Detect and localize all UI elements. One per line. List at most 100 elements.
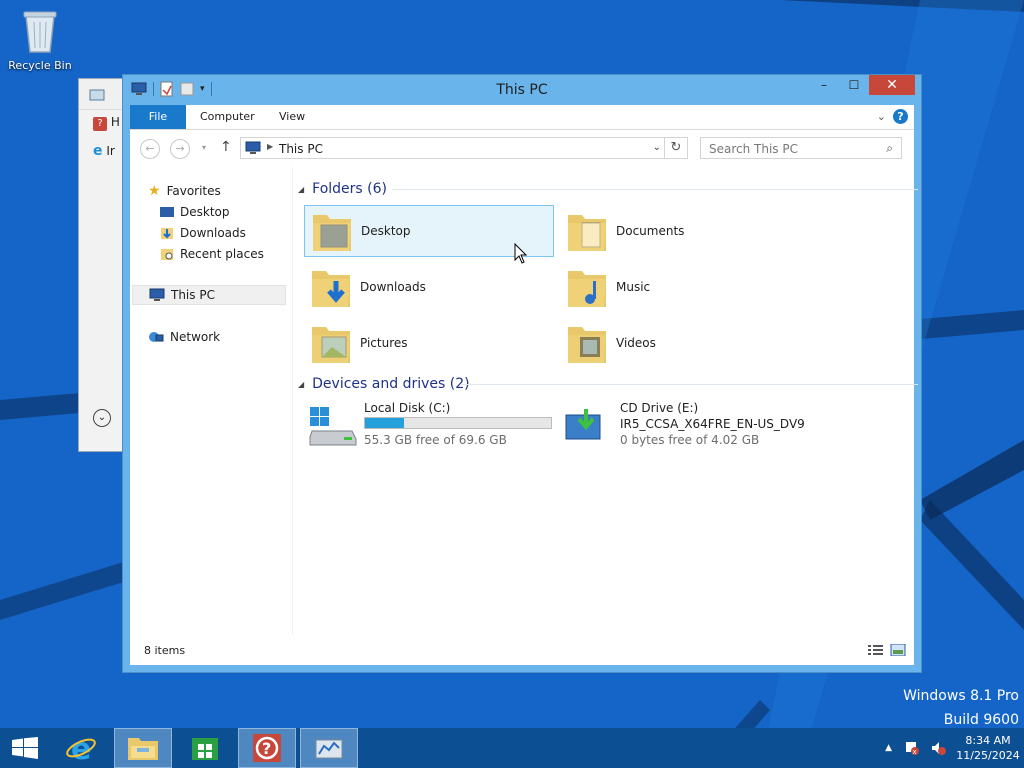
action-center-flag-icon[interactable]: x: [904, 740, 920, 756]
nav-item-desktop[interactable]: Desktop: [160, 202, 230, 222]
watermark-edition: Windows 8.1 Pro: [903, 688, 1019, 704]
content-pane: ◢ Folders (6) Desktop Documents Download…: [298, 167, 918, 635]
internet-explorer-icon: e: [93, 143, 103, 159]
help-button[interactable]: ?: [893, 109, 908, 124]
help-support-icon: ?: [253, 734, 281, 762]
folder-videos[interactable]: Videos: [560, 317, 810, 369]
collapse-triangle-icon[interactable]: ◢: [298, 380, 304, 389]
help-icon: ?: [93, 117, 107, 131]
nav-favorites[interactable]: ★ Favorites: [148, 181, 221, 201]
tab-file[interactable]: File: [130, 105, 186, 129]
close-button[interactable]: ✕: [869, 75, 915, 95]
clock-date: 11/25/2024: [956, 749, 1020, 762]
up-button[interactable]: ↑: [220, 139, 232, 155]
volume-muted-icon[interactable]: [930, 740, 946, 756]
network-icon: [149, 332, 164, 342]
folder-documents[interactable]: Documents: [560, 205, 810, 257]
address-bar[interactable]: ▶ This PC ⌄ ↻: [240, 137, 688, 159]
refresh-button[interactable]: ↻: [664, 138, 687, 158]
breadcrumb-this-pc[interactable]: This PC: [279, 142, 323, 156]
tab-computer[interactable]: Computer: [188, 105, 267, 129]
nav-item-network-label: Network: [170, 330, 221, 344]
collapse-triangle-icon[interactable]: ◢: [298, 185, 304, 194]
nav-item-recent-places[interactable]: Recent places: [160, 244, 264, 264]
window-controls: – ☐ ✕: [809, 75, 915, 95]
group-divider: [460, 384, 918, 385]
taskbar-control-panel[interactable]: [300, 728, 358, 768]
folder-desktop-label: Desktop: [361, 224, 411, 238]
pictures-folder-icon: [312, 327, 350, 363]
devices-group-header[interactable]: ◢ Devices and drives (2): [298, 374, 918, 394]
downloads-folder-icon: [312, 271, 350, 307]
control-panel-icon: [315, 739, 343, 759]
desktop-icon: [160, 207, 174, 217]
details-view-icon[interactable]: [868, 644, 884, 656]
taskbar-internet-explorer[interactable]: e: [52, 728, 110, 768]
expand-ribbon-chevron-icon[interactable]: ⌄: [877, 110, 886, 123]
drive-c-usage-fill: [365, 418, 405, 428]
nav-item-recent-places-label: Recent places: [180, 247, 264, 261]
status-bar: 8 items: [130, 635, 914, 665]
folder-downloads[interactable]: Downloads: [304, 261, 554, 313]
forward-button[interactable]: →: [170, 139, 190, 159]
nav-item-this-pc-label: This PC: [171, 288, 215, 302]
folders-group-header[interactable]: ◢ Folders (6): [298, 179, 918, 199]
address-toolbar: ← → ▾ ↑ ▶ This PC ⌄ ↻ Search This PC ⌕: [130, 130, 914, 166]
folder-music[interactable]: Music: [560, 261, 810, 313]
search-box[interactable]: Search This PC ⌕: [700, 137, 902, 159]
folder-music-label: Music: [616, 280, 651, 294]
drive-e-free-space: 0 bytes free of 4.02 GB: [620, 433, 760, 447]
folder-pictures[interactable]: Pictures: [304, 317, 554, 369]
window-titlebar[interactable]: ▾ This PC – ☐ ✕: [123, 75, 921, 105]
taskbar-store[interactable]: [176, 728, 234, 768]
nav-item-downloads[interactable]: Downloads: [160, 223, 246, 243]
taskbar: e ? ▲ x 8:34 AM 11/25/2024: [0, 728, 1024, 768]
tab-view[interactable]: View: [267, 105, 317, 129]
search-placeholder: Search This PC: [709, 142, 798, 156]
minimize-button[interactable]: –: [809, 75, 839, 95]
background-window-item-2-label: Ir: [106, 144, 115, 158]
ribbon-tabs: File Computer View ⌄ ?: [130, 105, 914, 130]
large-icons-view-icon[interactable]: [890, 644, 906, 656]
drive-c-usage-bar: [364, 417, 552, 429]
drive-c-free-space: 55.3 GB free of 69.6 GB: [364, 433, 507, 447]
file-explorer-window[interactable]: ▾ This PC – ☐ ✕ File Computer View ⌄ ? ←…: [122, 74, 922, 673]
address-dropdown-icon[interactable]: ⌄: [653, 142, 661, 153]
start-button[interactable]: [0, 728, 50, 768]
drive-e-name: CD Drive (E:): [620, 401, 699, 415]
folder-documents-label: Documents: [616, 224, 685, 238]
nav-item-network[interactable]: Network: [148, 327, 220, 347]
drive-local-disk-c[interactable]: Local Disk (C:) 55.3 GB free of 69.6 GB: [308, 401, 568, 453]
drive-cd-e[interactable]: CD Drive (E:) IR5_CCSA_X64FRE_EN-US_DV9 …: [564, 401, 824, 453]
breadcrumb-separator-icon[interactable]: ▶: [267, 142, 273, 151]
folder-pictures-label: Pictures: [360, 336, 408, 350]
search-icon[interactable]: ⌕: [886, 141, 893, 156]
computer-icon: [149, 288, 165, 301]
windows-logo-icon: [12, 737, 38, 759]
nav-item-desktop-label: Desktop: [180, 205, 230, 219]
window-icon: [89, 89, 105, 101]
drive-e-volume-label: IR5_CCSA_X64FRE_EN-US_DV9: [620, 417, 805, 431]
background-window-item-1[interactable]: ? H: [93, 115, 120, 131]
taskbar-file-explorer[interactable]: [114, 728, 172, 768]
chevron-circle-icon[interactable]: ⌄: [93, 409, 111, 427]
clock[interactable]: 8:34 AM 11/25/2024: [952, 733, 1024, 763]
back-button[interactable]: ←: [140, 139, 160, 159]
store-icon: [192, 738, 218, 760]
nav-item-this-pc[interactable]: This PC: [132, 285, 286, 305]
devices-group-title: Devices and drives (2): [312, 376, 470, 392]
videos-folder-icon: [568, 327, 606, 363]
documents-folder-icon: [568, 215, 606, 251]
recycle-bin-desktop-icon[interactable]: Recycle Bin: [6, 6, 74, 72]
show-hidden-icons-icon[interactable]: ▲: [885, 743, 892, 753]
background-window-item-2[interactable]: e Ir: [93, 143, 115, 159]
internet-explorer-icon: e: [66, 732, 96, 764]
maximize-button[interactable]: ☐: [839, 75, 869, 95]
recycle-bin-icon: [23, 11, 57, 53]
recent-locations-chevron-icon[interactable]: ▾: [202, 143, 206, 152]
recycle-bin-label: Recycle Bin: [8, 59, 72, 72]
folders-group-title: Folders (6): [312, 181, 387, 197]
navigation-pane: ★ Favorites Desktop Downloads Recent pla…: [130, 167, 293, 635]
taskbar-help[interactable]: ?: [238, 728, 296, 768]
computer-icon: [245, 141, 261, 154]
